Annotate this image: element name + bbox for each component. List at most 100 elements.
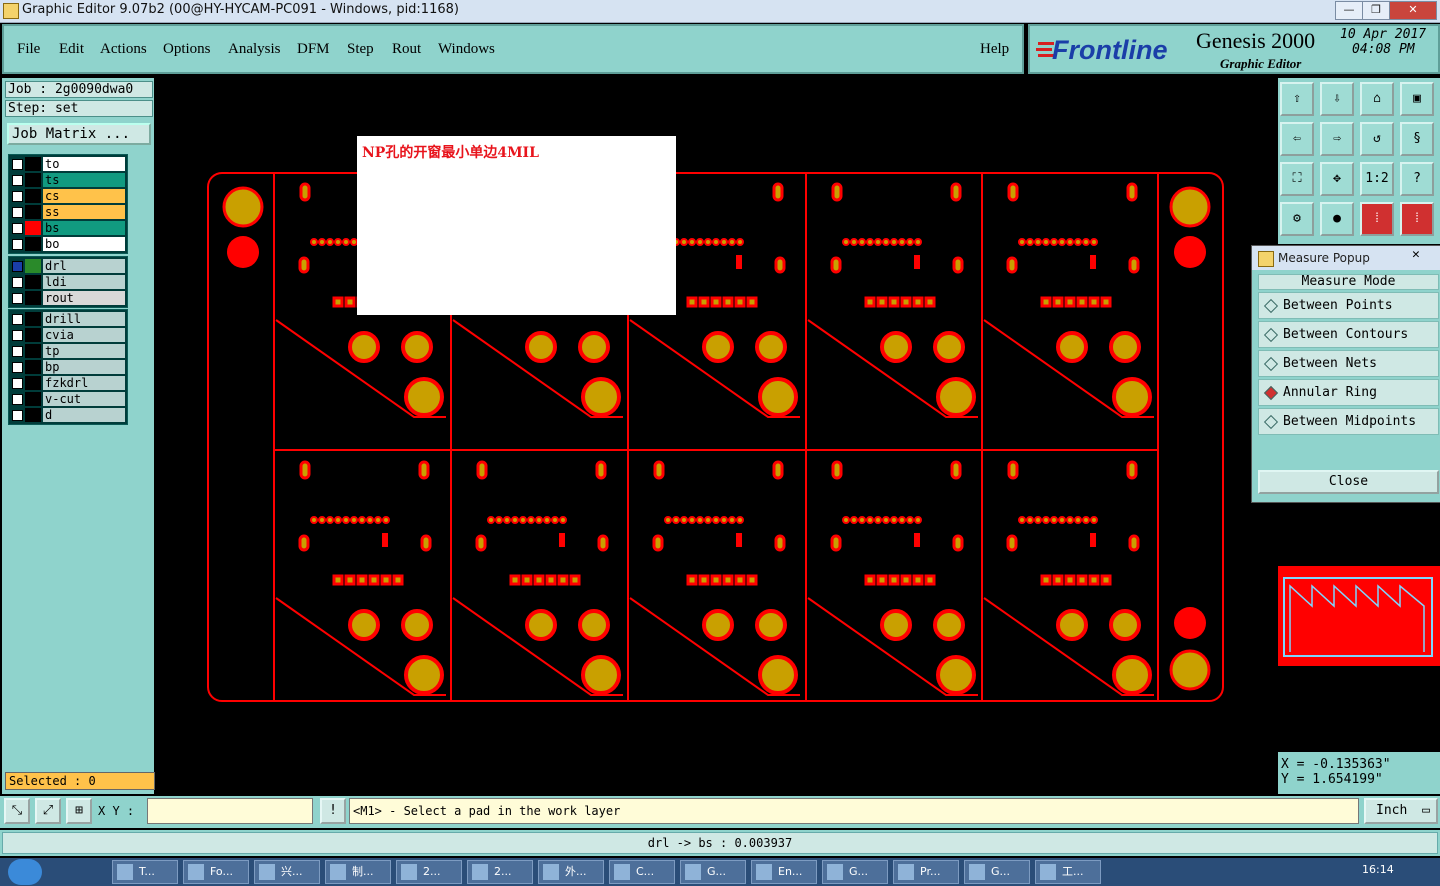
layer-name[interactable]: ss	[43, 205, 125, 219]
menu-edit[interactable]: Edit	[59, 41, 84, 58]
xy-input[interactable]	[147, 798, 313, 824]
taskbar-item[interactable]: En...	[751, 860, 817, 884]
measure-mode-icon[interactable]: ⤢	[35, 798, 61, 824]
layer-checkbox[interactable]	[12, 346, 23, 357]
layer-checkbox[interactable]	[12, 223, 23, 234]
taskbar-item[interactable]: Pr...	[893, 860, 959, 884]
menu-options[interactable]: Options	[163, 41, 211, 58]
close-window-button[interactable]: ✕	[1389, 1, 1437, 20]
layer-row-ss[interactable]: ss	[9, 205, 127, 220]
layer-name[interactable]: rout	[43, 291, 125, 305]
overview-map[interactable]	[1278, 566, 1440, 666]
layer-row-v-cut[interactable]: v-cut	[9, 392, 127, 407]
menu-actions[interactable]: Actions	[100, 41, 147, 58]
menu-dfm[interactable]: DFM	[297, 41, 330, 58]
measure-option-annular-ring[interactable]: Annular Ring	[1258, 379, 1439, 406]
menu-step[interactable]: Step	[347, 41, 374, 58]
layer-row-fzkdrl[interactable]: fzkdrl	[9, 376, 127, 391]
layer-row-cvia[interactable]: cvia	[9, 328, 127, 343]
layer-checkbox[interactable]	[12, 261, 23, 272]
layer-name[interactable]: to	[43, 157, 125, 171]
taskbar-item[interactable]: 工...	[1035, 860, 1101, 884]
layer-checkbox[interactable]	[12, 378, 23, 389]
measure-option-between-midpoints[interactable]: Between Midpoints	[1258, 408, 1439, 435]
layer-name[interactable]: ldi	[43, 275, 125, 289]
layer-row-ldi[interactable]: ldi	[9, 275, 127, 290]
layer-checkbox[interactable]	[12, 394, 23, 405]
taskbar-item[interactable]: 制...	[325, 860, 391, 884]
layer-row-bs[interactable]: bs	[9, 221, 127, 236]
pan-right-icon[interactable]: ⇨	[1320, 122, 1354, 156]
measure-close-button[interactable]: Close	[1258, 470, 1439, 494]
taskbar-item[interactable]: G...	[680, 860, 746, 884]
undo-view-icon[interactable]: ↺	[1360, 122, 1394, 156]
layer-row-to[interactable]: to	[9, 157, 127, 172]
units-select[interactable]: Inch ▭	[1364, 798, 1438, 824]
settings-icon[interactable]: ⚙	[1280, 202, 1314, 236]
layer-name[interactable]: bo	[43, 237, 125, 251]
menu-help[interactable]: Help	[980, 41, 1009, 58]
measure-option-between-points[interactable]: Between Points	[1258, 292, 1439, 319]
taskbar-item[interactable]: T...	[112, 860, 178, 884]
taskbar-item[interactable]: G...	[964, 860, 1030, 884]
layer-name[interactable]: bp	[43, 360, 125, 374]
layer-checkbox[interactable]	[12, 191, 23, 202]
layer-name[interactable]: drl	[43, 259, 125, 273]
layer-name[interactable]: d	[43, 408, 125, 422]
pan-left-icon[interactable]: ⇦	[1280, 122, 1314, 156]
zoom-center-icon[interactable]: ✥	[1320, 162, 1354, 196]
grid-icon[interactable]: ⊞	[66, 798, 92, 824]
layer-checkbox[interactable]	[12, 410, 23, 421]
zoom-home-icon[interactable]: ⇧	[1280, 82, 1314, 116]
layer-row-bp[interactable]: bp	[9, 360, 127, 375]
layer-name[interactable]: ts	[43, 173, 125, 187]
taskbar-item[interactable]: 2...	[396, 860, 462, 884]
layer-row-cs[interactable]: cs	[9, 189, 127, 204]
close-popup-icon[interactable]: ✕	[1412, 247, 1420, 262]
zoom-fit-icon[interactable]: ⛶	[1280, 162, 1314, 196]
graphic-canvas[interactable]	[156, 78, 1276, 794]
taskbar-item[interactable]: 2...	[467, 860, 533, 884]
layer-row-bo[interactable]: bo	[9, 237, 127, 252]
scale-one-to-two-icon[interactable]: 1:2	[1360, 162, 1394, 196]
window-view-icon[interactable]: ▣	[1400, 82, 1434, 116]
taskbar-item[interactable]: G...	[822, 860, 888, 884]
zoom-down-icon[interactable]: ⇩	[1320, 82, 1354, 116]
layer-row-d[interactable]: d	[9, 408, 127, 423]
layer-name[interactable]: drill	[43, 312, 125, 326]
help-icon[interactable]: ?	[1400, 162, 1434, 196]
layer-row-tp[interactable]: tp	[9, 344, 127, 359]
layer-checkbox[interactable]	[12, 293, 23, 304]
select-mode-icon[interactable]: ⤡	[4, 798, 30, 824]
layer-checkbox[interactable]	[12, 362, 23, 373]
menu-analysis[interactable]: Analysis	[228, 41, 281, 58]
layer-checkbox[interactable]	[12, 159, 23, 170]
window-title-bar[interactable]: Graphic Editor 9.07b2 (00@HY-HYCAM-PC091…	[0, 0, 1440, 23]
layer-name[interactable]: fzkdrl	[43, 376, 125, 390]
net-icon[interactable]: ⁞	[1400, 202, 1434, 236]
layer-name[interactable]: cvia	[43, 328, 125, 342]
layer-row-rout[interactable]: rout	[9, 291, 127, 306]
measure-popup-title-bar[interactable]: Measure Popup ✕	[1252, 246, 1440, 270]
job-matrix-button[interactable]: Job Matrix ...	[7, 123, 151, 145]
snap-icon[interactable]: ●	[1320, 202, 1354, 236]
alert-icon[interactable]: !	[320, 798, 346, 824]
layer-name[interactable]: v-cut	[43, 392, 125, 406]
taskbar-item[interactable]: 兴...	[254, 860, 320, 884]
maximize-button[interactable]: ❐	[1362, 1, 1390, 20]
taskbar-item[interactable]: Fo...	[183, 860, 249, 884]
layer-checkbox[interactable]	[12, 239, 23, 250]
layer-checkbox[interactable]	[12, 175, 23, 186]
menu-rout[interactable]: Rout	[392, 41, 421, 58]
minimize-button[interactable]: —	[1335, 1, 1363, 20]
redraw-icon[interactable]: §	[1400, 122, 1434, 156]
menu-windows[interactable]: Windows	[438, 41, 495, 58]
layer-name[interactable]: cs	[43, 189, 125, 203]
layer-row-ts[interactable]: ts	[9, 173, 127, 188]
measure-option-between-contours[interactable]: Between Contours	[1258, 321, 1439, 348]
layer-checkbox[interactable]	[12, 277, 23, 288]
highlight-icon[interactable]: ⁞	[1360, 202, 1394, 236]
layer-row-drl[interactable]: drl	[9, 259, 127, 274]
layer-name[interactable]: bs	[43, 221, 125, 235]
taskbar-item[interactable]: C...	[609, 860, 675, 884]
